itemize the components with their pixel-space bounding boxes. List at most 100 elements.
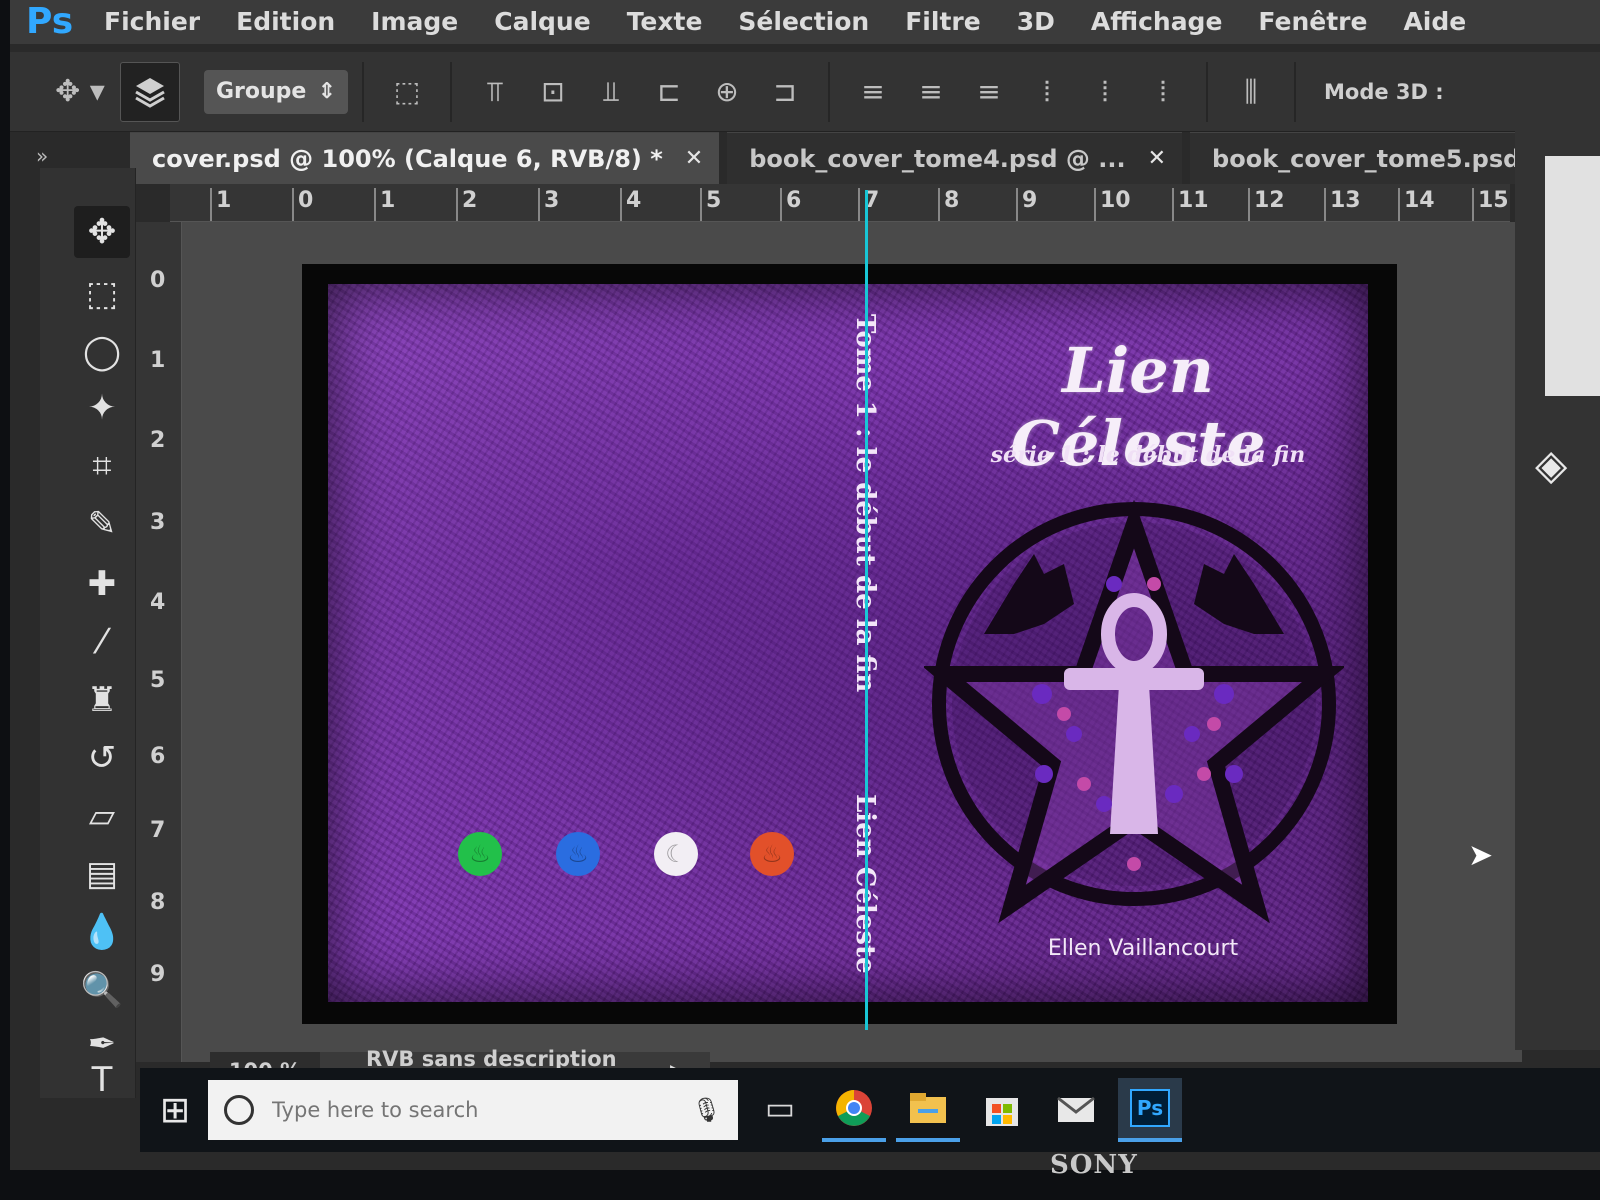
move-tool-preset-icon[interactable]: ✥ ▾ bbox=[10, 64, 110, 120]
store-icon[interactable] bbox=[970, 1078, 1034, 1142]
align-right-icon[interactable]: ⊐ bbox=[756, 64, 814, 120]
auto-select-dropdown[interactable]: Groupe ⇕ bbox=[204, 69, 348, 114]
history-brush-icon[interactable]: ↺ bbox=[74, 732, 130, 784]
ruler-tick-label: 11 bbox=[1172, 188, 1209, 221]
distribute-right-icon[interactable]: ⦙ bbox=[1134, 64, 1192, 120]
ruler-tick-label: 1 bbox=[374, 188, 395, 221]
ruler-tick-label: 9 bbox=[150, 962, 166, 987]
vertical-ruler[interactable]: 0 1 2 3 4 5 6 7 8 9 bbox=[136, 222, 182, 1062]
spine-guide-line[interactable] bbox=[865, 190, 868, 1030]
chrome-icon[interactable] bbox=[822, 1078, 886, 1142]
eraser-icon[interactable]: ▱ bbox=[74, 790, 130, 842]
taskbar-search[interactable]: 🎙 bbox=[208, 1080, 738, 1140]
ruler-tick-label: 0 bbox=[292, 188, 313, 221]
menu-aide[interactable]: Aide bbox=[1385, 0, 1484, 44]
windows-start-icon[interactable]: ⊞ bbox=[150, 1085, 200, 1135]
align-bottom-icon[interactable]: ⫫ bbox=[582, 64, 640, 120]
gradient-icon[interactable]: ▤ bbox=[74, 848, 130, 900]
cover-author: Ellen Vaillancourt bbox=[1047, 936, 1239, 961]
move-icon[interactable]: ✥ bbox=[74, 206, 130, 258]
ruler-tick-label: 2 bbox=[150, 428, 166, 453]
microphone-icon[interactable]: 🎙 bbox=[692, 1096, 722, 1124]
pentagram-emblem-icon bbox=[924, 499, 1344, 924]
photoshop-taskbar-logo: Ps bbox=[1130, 1089, 1170, 1127]
panel-collapse-icon[interactable]: » bbox=[36, 144, 48, 168]
canvas-workspace[interactable]: ♨ ♨ ☾ ♨ Tome 1 : le début de la fin Lien… bbox=[182, 222, 1522, 1062]
options-separator bbox=[1206, 61, 1208, 122]
menu-calque[interactable]: Calque bbox=[476, 0, 608, 44]
transform-controls-icon[interactable]: ⬚ bbox=[378, 64, 436, 120]
ruler-tick-label: 5 bbox=[700, 188, 721, 221]
eyedropper-icon[interactable]: ✎ bbox=[74, 498, 130, 550]
monitor-screen: Ps Fichier Edition Image Calque Texte Sé… bbox=[10, 0, 1600, 1170]
ruler-tick-label: 0 bbox=[150, 268, 166, 293]
distribute-vcenter-icon[interactable]: ≡ bbox=[902, 64, 960, 120]
marquee-icon[interactable]: ⬚ bbox=[74, 268, 130, 320]
tab-cover-psd[interactable]: cover.psd @ 100% (Calque 6, RVB/8) * ✕ bbox=[130, 132, 720, 184]
options-bar: ✥ ▾ Groupe ⇕ ⬚ ⫪ ⊡ ⫫ ⊏ ⊕ ⊐ ≡ ≡ ≡ ⦙ ⦙ ⦙ ⫼… bbox=[10, 52, 1600, 132]
lasso-icon[interactable]: ◯ bbox=[74, 326, 130, 378]
windows-taskbar: ⊞ 🎙 ▭ Ps bbox=[140, 1068, 1600, 1152]
horizontal-ruler[interactable]: 1 0 1 2 3 4 5 6 7 8 9 10 11 12 13 14 15 bbox=[170, 184, 1510, 222]
clone-stamp-icon[interactable]: ♜ bbox=[74, 674, 130, 726]
menu-fenetre[interactable]: Fenêtre bbox=[1240, 0, 1385, 44]
photoshop-taskbar-icon[interactable]: Ps bbox=[1118, 1078, 1182, 1142]
ruler-tick-label: 3 bbox=[150, 510, 166, 535]
ruler-tick-label: 1 bbox=[150, 348, 166, 373]
mode-3d-label: Mode 3D : bbox=[1324, 79, 1444, 104]
align-vertical-center-icon[interactable]: ⊡ bbox=[524, 64, 582, 120]
tools-panel: ✥ ⬚ ◯ ✦ ⌗ ✎ ✚ ⁄ ♜ ↺ ▱ ▤ 💧 🔍 ✒ T bbox=[40, 168, 136, 1100]
menu-fichier[interactable]: Fichier bbox=[86, 0, 218, 44]
distribute-top-icon[interactable]: ≡ bbox=[844, 64, 902, 120]
magic-wand-icon[interactable]: ✦ bbox=[74, 382, 130, 434]
spine-title: Lien Céleste bbox=[848, 794, 888, 974]
ruler-tick-label: 9 bbox=[1016, 188, 1037, 221]
ruler-tick-label: 13 bbox=[1324, 188, 1361, 221]
mail-icon[interactable] bbox=[1044, 1078, 1108, 1142]
ruler-tick-label: 6 bbox=[780, 188, 801, 221]
brush-icon[interactable]: ⁄ bbox=[74, 616, 130, 668]
ruler-tick-label: 8 bbox=[938, 188, 959, 221]
menu-texte[interactable]: Texte bbox=[609, 0, 721, 44]
auto-select-layer-icon[interactable] bbox=[120, 61, 180, 122]
taskbar-search-input[interactable] bbox=[272, 1098, 692, 1122]
menu-affichage[interactable]: Affichage bbox=[1073, 0, 1241, 44]
document-tabs: cover.psd @ 100% (Calque 6, RVB/8) * ✕ b… bbox=[130, 132, 1600, 184]
options-separator bbox=[828, 61, 830, 122]
align-left-icon[interactable]: ⊏ bbox=[640, 64, 698, 120]
tab-book-cover-tome4[interactable]: book_cover_tome4.psd @ ... ✕ bbox=[727, 132, 1183, 184]
auto-align-layers-icon[interactable]: ⫼ bbox=[1222, 64, 1280, 120]
tab-label: book_cover_tome4.psd @ ... bbox=[749, 144, 1126, 173]
ruler-tick-label: 4 bbox=[150, 590, 166, 615]
close-icon[interactable]: ✕ bbox=[1148, 146, 1166, 171]
ruler-tick-label: 6 bbox=[150, 744, 166, 769]
menu-3d[interactable]: 3D bbox=[999, 0, 1073, 44]
task-view-icon[interactable]: ▭ bbox=[748, 1078, 812, 1142]
panel-preview bbox=[1545, 156, 1600, 396]
cortana-icon[interactable] bbox=[224, 1095, 254, 1125]
auto-select-value: Groupe bbox=[216, 79, 307, 104]
menu-selection[interactable]: Sélection bbox=[720, 0, 887, 44]
crop-icon[interactable]: ⌗ bbox=[74, 440, 130, 492]
healing-brush-icon[interactable]: ✚ bbox=[74, 558, 130, 610]
tab-label: cover.psd @ 100% (Calque 6, RVB/8) * bbox=[152, 144, 663, 173]
document-canvas[interactable]: ♨ ♨ ☾ ♨ Tome 1 : le début de la fin Lien… bbox=[302, 264, 1397, 1024]
layers-panel-icon[interactable]: ◈ bbox=[1535, 440, 1567, 489]
distribute-hcenter-icon[interactable]: ⦙ bbox=[1076, 64, 1134, 120]
align-horizontal-center-icon[interactable]: ⊕ bbox=[698, 64, 756, 120]
menu-image[interactable]: Image bbox=[353, 0, 476, 44]
element-icons-row: ♨ ♨ ☾ ♨ bbox=[448, 832, 808, 882]
menu-edition[interactable]: Edition bbox=[218, 0, 353, 44]
book-cover-artwork[interactable]: ♨ ♨ ☾ ♨ Tome 1 : le début de la fin Lien… bbox=[328, 284, 1368, 1002]
dodge-icon[interactable]: 🔍 bbox=[74, 964, 130, 1016]
close-icon[interactable]: ✕ bbox=[685, 146, 703, 171]
white-moon-icon: ☾ bbox=[654, 832, 698, 876]
blur-icon[interactable]: 💧 bbox=[74, 906, 130, 958]
ruler-tick-label: 4 bbox=[620, 188, 641, 221]
distribute-bottom-icon[interactable]: ≡ bbox=[960, 64, 1018, 120]
type-icon[interactable]: T bbox=[74, 1060, 130, 1100]
file-explorer-icon[interactable] bbox=[896, 1078, 960, 1142]
menu-filtre[interactable]: Filtre bbox=[887, 0, 998, 44]
align-top-icon[interactable]: ⫪ bbox=[466, 64, 524, 120]
distribute-left-icon[interactable]: ⦙ bbox=[1018, 64, 1076, 120]
